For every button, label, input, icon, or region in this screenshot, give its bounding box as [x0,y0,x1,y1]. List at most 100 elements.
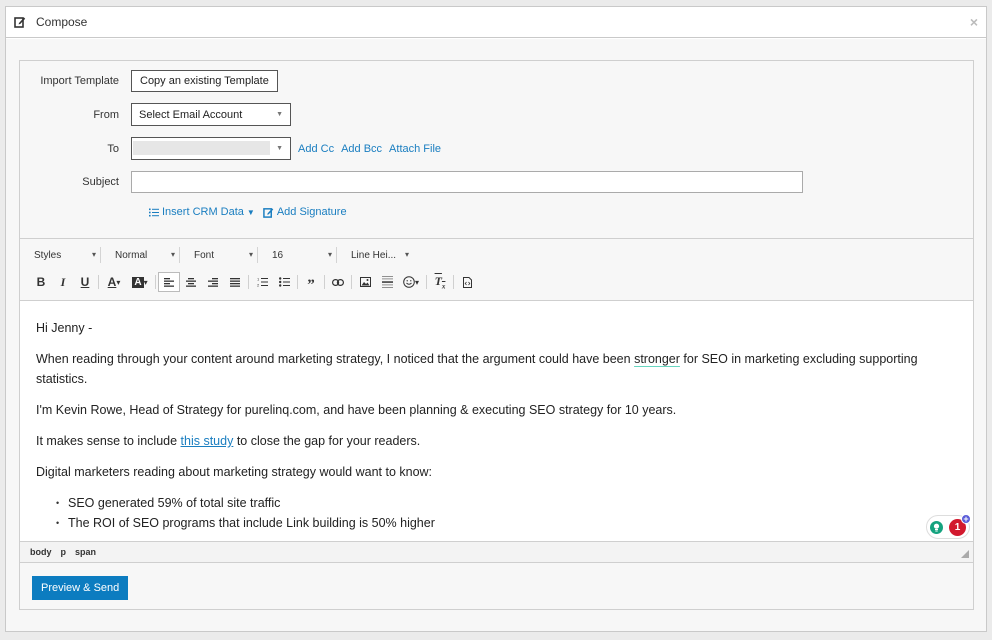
font-label: Font [194,249,215,261]
add-signature-button[interactable]: Add Signature [263,206,347,218]
blockquote-button[interactable]: ” [300,272,322,292]
add-signature-label: Add Signature [276,206,347,218]
grammarly-count-value: 1 [954,521,961,533]
svg-text:1: 1 [257,277,260,282]
subject-input[interactable] [131,171,803,193]
styles-label: Styles [34,249,62,261]
copy-template-button[interactable]: Copy an existing Template [131,70,278,92]
path-span[interactable]: span [75,547,96,557]
styles-dropdown[interactable]: Styles ▾ [20,246,100,264]
format-dropdown[interactable]: Normal ▾ [101,246,179,264]
compose-modal: Compose × Import Template Copy an existi… [5,6,987,632]
preview-send-button[interactable]: Preview & Send [32,576,129,600]
toolbar-separator [351,275,352,289]
resize-handle-icon[interactable] [961,550,969,558]
add-cc-link[interactable]: Add Cc [298,143,334,155]
crm-row: Insert CRM Data ▼ Add Signature [149,206,347,218]
study-link[interactable]: this study [181,434,234,448]
close-icon[interactable]: × [970,14,978,30]
to-select[interactable]: ▼ [131,137,291,160]
lightbulb-icon[interactable] [930,520,943,534]
paragraph-4: Digital marketers reading about marketin… [36,465,433,479]
align-left-button[interactable] [158,272,180,292]
path-body[interactable]: body [30,547,52,557]
emoji-icon [403,276,415,288]
background-color-button[interactable]: A ▾ [127,272,153,292]
attach-file-link[interactable]: Attach File [389,143,441,155]
image-icon [359,277,371,287]
path-p[interactable]: p [61,547,67,557]
quote-icon: ” [307,276,315,293]
list-item: The ROI of SEO programs that include Lin… [56,513,957,533]
grammar-flagged-word[interactable]: stronger [634,352,680,366]
subject-row: Subject [20,171,803,193]
caret-down-icon: ▾ [404,250,409,259]
caret-down-icon: ▾ [143,277,148,287]
italic-button[interactable]: I [52,272,74,292]
size-dropdown[interactable]: 16 ▾ [258,246,336,264]
caret-down-icon: ▼ [276,111,283,118]
toolbar-separator [426,275,427,289]
paragraph-3: It makes sense to include this study to … [36,431,957,451]
source-button[interactable] [456,272,478,292]
format-label: Normal [115,249,148,261]
grammarly-widget[interactable]: 1 + [926,513,971,539]
caret-down-icon: ▾ [248,250,253,259]
toolbar-separator [248,275,249,289]
grammarly-alert-count[interactable]: 1 + [949,513,971,536]
line-height-label: Line Hei... [351,249,397,261]
to-row: To ▼ Add Cc Add Bcc Attach File [20,137,441,160]
to-label: To [107,142,119,155]
element-path-bar: body p span [20,541,973,563]
edit-icon [14,16,26,28]
toolbar-dropdowns: Styles ▾ Normal ▾ Font ▾ 16 ▾ Line Hei... ▾ [20,245,413,265]
align-center-button[interactable] [180,272,202,292]
paragraph-1-text: When reading through your content around… [36,352,635,366]
import-template-row: Import Template Copy an existing Templat… [20,70,278,92]
horizontal-rule-button[interactable] [376,272,398,292]
edit-icon [263,207,274,218]
link-button[interactable] [327,272,349,292]
insert-crm-data-button[interactable]: Insert CRM Data ▼ [149,206,255,218]
modal-title: Compose [36,15,88,29]
list-item: SEO generated 59% of total site traffic [56,493,957,513]
image-button[interactable] [354,272,376,292]
rich-text-editor: Styles ▾ Normal ▾ Font ▾ 16 ▾ Line Hei... ▾ B… [20,238,973,563]
background-color-icon: A [132,276,144,288]
align-left-icon [164,277,174,287]
to-select-value [133,141,270,155]
align-right-button[interactable] [202,272,224,292]
caret-down-icon: ▼ [276,145,283,152]
font-dropdown[interactable]: Font ▾ [180,246,257,264]
numbered-list-button[interactable]: 12 [251,272,273,292]
italic-icon: I [60,274,66,289]
clear-formatting-button[interactable]: Tx [429,272,451,292]
bold-button[interactable]: B [30,272,52,292]
toolbar-separator [324,275,325,289]
underline-button[interactable]: U [74,272,96,292]
clear-formatting-icon: Tx [434,273,446,291]
modal-header: Compose × [6,7,986,38]
align-justify-button[interactable] [224,272,246,292]
text-color-button[interactable]: A ▾ [101,272,127,292]
caret-down-icon: ▾ [91,250,96,259]
email-body[interactable]: Hi Jenny - When reading through your con… [20,302,973,540]
subject-label: Subject [82,176,119,188]
bulleted-list-icon [278,277,290,287]
align-center-icon [186,277,196,287]
paragraph-3-text-end: to close the gap for your readers. [233,434,421,448]
bold-icon: B [36,275,46,289]
greeting: Hi Jenny - [36,321,93,335]
emoji-button[interactable]: ▾ [398,272,424,292]
stats-list: SEO generated 59% of total site traffic … [56,493,957,533]
bulleted-list-button[interactable] [273,272,295,292]
line-height-dropdown[interactable]: Line Hei... ▾ [337,246,413,264]
source-code-icon [462,276,472,288]
paragraph-1: When reading through your content around… [36,349,957,389]
toolbar-separator [98,275,99,289]
plus-icon: + [961,513,971,524]
add-bcc-link[interactable]: Add Bcc [341,143,382,155]
list-icon [149,208,159,217]
toolbar-buttons: B I U A ▾ A ▾ 12 ” ▾ Tx [30,271,478,293]
from-select[interactable]: Select Email Account ▼ [131,103,291,126]
